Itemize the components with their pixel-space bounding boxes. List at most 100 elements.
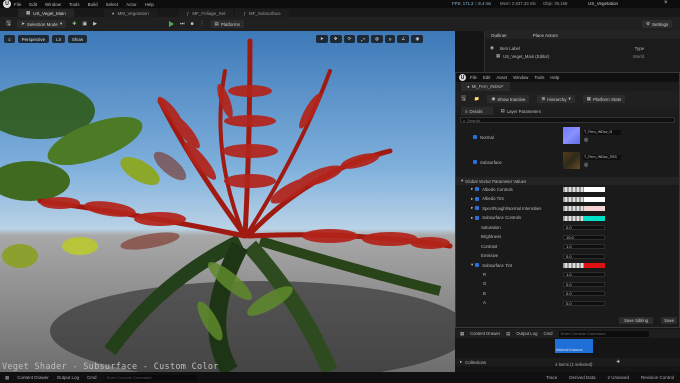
- param-value-input[interactable]: 0.0: [563, 225, 605, 230]
- subsurface-checkbox[interactable]: [473, 160, 477, 164]
- subsurface-tint-swatch[interactable]: [563, 263, 605, 268]
- viewport-menu-button[interactable]: ≡: [4, 35, 15, 43]
- param-checkbox[interactable]: [475, 206, 480, 210]
- add-actor-icon[interactable]: ✚: [72, 21, 76, 27]
- normal-texture-dropdown[interactable]: T_Fern_rNDsv_N: [583, 130, 621, 135]
- stop-icon[interactable]: ■: [191, 21, 194, 27]
- browse-asset-icon[interactable]: ◎: [584, 162, 588, 168]
- menu-actor[interactable]: Actor: [126, 2, 137, 7]
- param-value-input[interactable]: 1.0: [563, 244, 605, 249]
- menu-window[interactable]: Window: [45, 2, 61, 7]
- selected-asset-tile[interactable]: Material Instance: [555, 339, 593, 353]
- tab-mf-subsurface[interactable]: ƒ MF_Subsurface: [235, 9, 289, 17]
- menu-edit[interactable]: Edit: [29, 2, 37, 7]
- snap-angle-icon[interactable]: ∠: [397, 35, 410, 43]
- menu-tools[interactable]: Tools: [534, 75, 544, 80]
- color-swatch[interactable]: [563, 196, 605, 202]
- snap-grid-icon[interactable]: #: [384, 35, 396, 43]
- platform-stats-button[interactable]: ▦ Platform Stats: [582, 95, 626, 103]
- hierarchy-button[interactable]: ⊞ Hierarchy ▾: [537, 95, 575, 103]
- cmd-button[interactable]: Cmd: [87, 375, 97, 380]
- group-global-vector-parameters[interactable]: ▾ Global Vector Parameter Values: [456, 177, 679, 185]
- menu-build[interactable]: Build: [88, 2, 98, 7]
- console-input[interactable]: Enter Console Command: [104, 374, 197, 381]
- menu-edit[interactable]: Edit: [483, 75, 490, 80]
- param-value-input[interactable]: 0.0: [563, 253, 605, 259]
- blueprint-icon[interactable]: ▣: [82, 21, 87, 27]
- menu-file[interactable]: File: [14, 2, 21, 7]
- browse-icon[interactable]: 📁: [474, 96, 479, 102]
- level-viewport[interactable]: ≡ Perspective Lit Show ➤ ✥ ⟳ ⤢ ◍ # ∠ ◉ V…: [0, 31, 455, 372]
- channel-value-input[interactable]: 0.0: [563, 291, 605, 296]
- param-checkbox[interactable]: [475, 215, 480, 220]
- console-input[interactable]: Enter Console Command: [558, 330, 649, 337]
- world-space-icon[interactable]: ◍: [370, 35, 383, 43]
- play-icon[interactable]: [169, 21, 174, 27]
- play-options-icon[interactable]: ⋮: [200, 21, 205, 27]
- trace-button[interactable]: Trace: [546, 375, 557, 380]
- menu-asset[interactable]: Asset: [496, 75, 507, 80]
- param-value-input[interactable]: 10.0: [563, 234, 605, 240]
- details-search-input[interactable]: ⌕ Search: [460, 117, 675, 123]
- advance-frame-icon[interactable]: ⏭: [180, 21, 185, 27]
- channel-value-input[interactable]: 0.0: [563, 281, 605, 287]
- tab-place-actors[interactable]: Place Actors: [533, 33, 558, 38]
- content-drawer-button[interactable]: Content Drawer: [470, 331, 500, 336]
- move-tool-icon[interactable]: ✥: [329, 35, 342, 43]
- platforms-button[interactable]: ▤ Platforms: [210, 20, 244, 28]
- channel-value-input[interactable]: 1.0: [563, 272, 605, 277]
- menu-help[interactable]: Help: [145, 2, 154, 7]
- item-label-column[interactable]: Item Label: [500, 46, 520, 51]
- add-collection-icon[interactable]: ✚: [616, 359, 620, 365]
- output-log-button[interactable]: Output Log: [516, 331, 537, 336]
- settings-button[interactable]: ⚙ Settings: [642, 20, 673, 28]
- save-icon[interactable]: 🖫: [461, 94, 466, 104]
- lit-button[interactable]: Lit: [52, 35, 65, 43]
- param-checkbox[interactable]: [475, 187, 480, 191]
- type-column[interactable]: Type: [635, 46, 644, 51]
- menu-select[interactable]: Select: [106, 2, 119, 7]
- cinematics-icon[interactable]: ▶: [93, 21, 97, 27]
- menu-window[interactable]: Window: [513, 75, 528, 80]
- derived-data-button[interactable]: Derived Data: [569, 375, 595, 380]
- save-child-button[interactable]: Save: [661, 317, 677, 324]
- color-swatch[interactable]: [563, 215, 605, 221]
- show-inactive-button[interactable]: ◉ Show Inactive: [487, 95, 530, 103]
- selection-mode-button[interactable]: ➤ Selection Mode ▾: [17, 20, 67, 28]
- outliner-row-level[interactable]: ▦ US_Veget_Main (Editor) World: [485, 52, 680, 60]
- browse-asset-icon[interactable]: ◎: [584, 137, 588, 143]
- rotate-tool-icon[interactable]: ⟳: [343, 35, 356, 43]
- tab-details[interactable]: ≡ Details: [461, 107, 493, 115]
- perspective-button[interactable]: Perspective: [17, 35, 50, 43]
- unsaved-button[interactable]: 2 Unsaved: [607, 375, 629, 380]
- subsurface-texture-thumbnail[interactable]: [563, 152, 580, 169]
- channel-value-input[interactable]: 0.0: [563, 300, 605, 306]
- color-swatch[interactable]: [563, 206, 605, 211]
- menu-tools[interactable]: Tools: [69, 2, 80, 7]
- select-tool-icon[interactable]: ➤: [316, 35, 328, 43]
- camera-speed-icon[interactable]: ◉: [411, 35, 424, 43]
- content-drawer-button[interactable]: Content Drawer: [17, 375, 49, 380]
- unreal-logo-icon[interactable]: U: [3, 0, 11, 8]
- save-sibling-button[interactable]: Save Sibling: [619, 317, 653, 324]
- normal-checkbox[interactable]: [473, 135, 477, 139]
- menu-file[interactable]: File: [470, 75, 477, 80]
- show-button[interactable]: Show: [67, 35, 88, 43]
- tab-mf-foliage-set[interactable]: ƒ MF_Foliage_Set: [178, 9, 234, 17]
- close-icon[interactable]: ×: [664, 0, 668, 6]
- cmd-button[interactable]: Cmd: [543, 331, 552, 336]
- tab-veget-main[interactable]: ▦ US_Veget_Main: [18, 9, 74, 17]
- tab-material-instance[interactable]: ● MI_Fern_rNDsv*: [461, 82, 510, 91]
- scale-tool-icon[interactable]: ⤢: [357, 35, 369, 43]
- tab-mm-vegetation[interactable]: ● MM_Vegetation: [103, 9, 157, 17]
- tab-layer-parameters[interactable]: ▤ Layer Parameters: [497, 107, 545, 115]
- save-icon[interactable]: 🖫: [6, 19, 11, 29]
- revision-control-button[interactable]: Revision Control: [641, 375, 674, 380]
- normal-texture-thumbnail[interactable]: [563, 127, 580, 144]
- output-log-button[interactable]: Output Log: [57, 375, 79, 380]
- tab-outliner[interactable]: Outliner: [491, 33, 507, 38]
- subsurface-tint-checkbox[interactable]: [475, 263, 480, 267]
- color-swatch[interactable]: [563, 187, 605, 192]
- subsurface-texture-dropdown[interactable]: T_Fern_rNDsv_SSS: [583, 155, 621, 160]
- param-checkbox[interactable]: [475, 196, 480, 201]
